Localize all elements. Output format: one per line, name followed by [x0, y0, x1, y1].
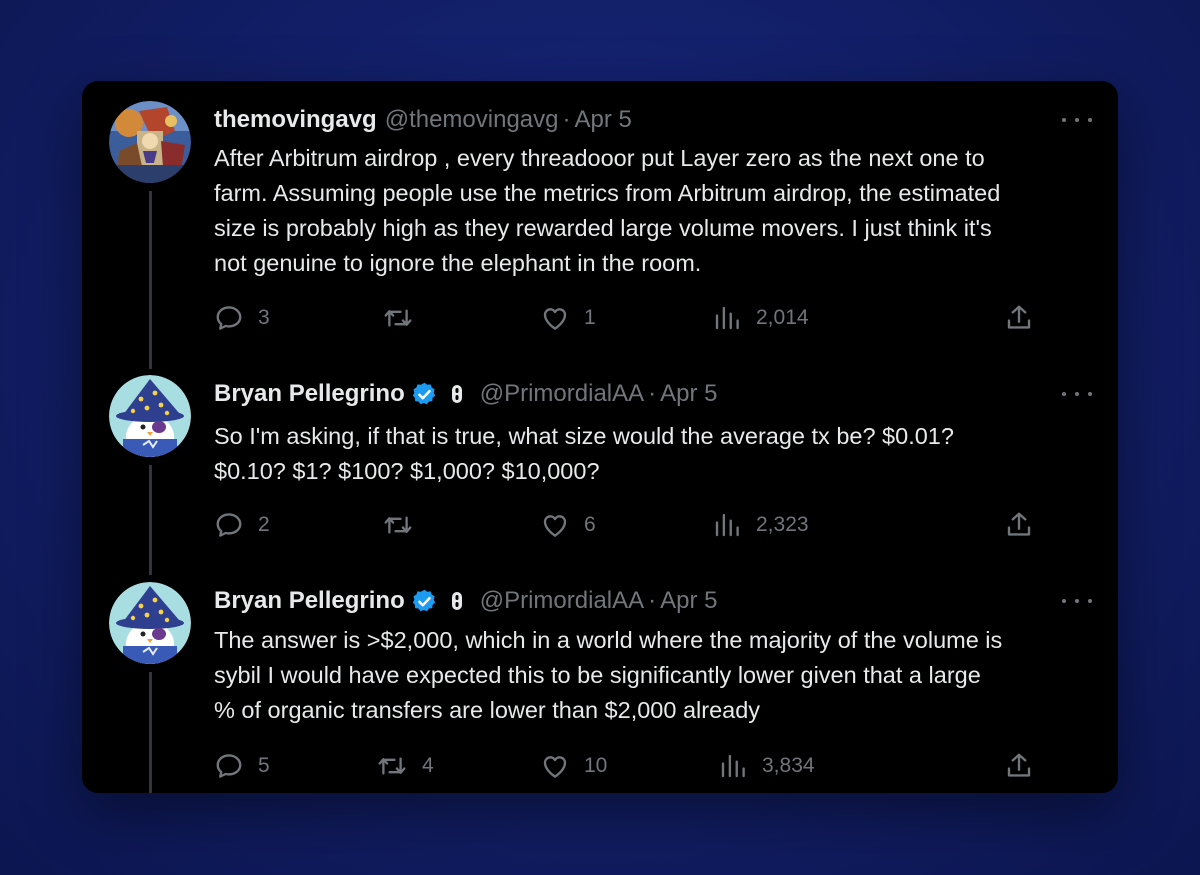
retweet-count: 4: [422, 754, 434, 777]
share-icon: [1007, 753, 1031, 777]
user-handle[interactable]: @PrimordialAA: [480, 380, 644, 408]
more-icon[interactable]: [1062, 385, 1092, 403]
affiliation-badge-icon[interactable]: [448, 383, 466, 405]
reply-icon: [216, 306, 242, 330]
thread-card: themovingavg @themovingavg · Apr 5 After…: [82, 81, 1118, 793]
display-name[interactable]: Bryan Pellegrino: [214, 587, 405, 615]
tweet-text: After Arbitrum airdrop , every threadooo…: [214, 141, 1104, 281]
separator-dot: ·: [648, 380, 657, 407]
wizard-penguin-avatar-icon: [109, 582, 191, 664]
tweet-2[interactable]: Bryan Pellegrino @PrimordialAA · Apr 5 S…: [82, 355, 1118, 575]
more-icon[interactable]: [1062, 111, 1092, 129]
heart-icon: [543, 308, 567, 330]
reply-count: 2: [258, 513, 270, 536]
reply-count: 3: [258, 306, 270, 329]
retweet-icon: [378, 757, 406, 775]
tweet-header: themovingavg @themovingavg · Apr 5: [214, 105, 632, 135]
share-icon: [1007, 305, 1031, 329]
avatar-themovingavg[interactable]: [109, 101, 191, 183]
reply-icon: [216, 513, 242, 537]
share-icon: [1007, 512, 1031, 536]
like-count: 1: [584, 306, 596, 329]
user-handle[interactable]: @PrimordialAA: [480, 587, 644, 615]
heart-icon: [543, 515, 567, 537]
affiliation-badge-icon[interactable]: [448, 590, 466, 612]
separator-dot: ·: [562, 106, 571, 133]
thread-connector-line: [149, 191, 152, 369]
retweet-button[interactable]: 4: [376, 749, 434, 783]
tweet-date[interactable]: Apr 5: [660, 380, 717, 408]
thread-connector-line: [149, 672, 152, 793]
like-button[interactable]: 6: [540, 508, 596, 542]
share-button[interactable]: [1004, 508, 1034, 542]
tweet-text: The answer is >$2,000, which in a world …: [214, 623, 1104, 728]
avatar-bryan-pellegrino[interactable]: [109, 375, 191, 457]
tweet-text-line: $0.10? $1? $100? $1,000? $10,000?: [214, 458, 600, 484]
tweet-3[interactable]: Bryan Pellegrino @PrimordialAA · Apr 5 T…: [82, 562, 1118, 793]
display-name[interactable]: themovingavg: [214, 106, 377, 134]
views-button[interactable]: 2,323: [712, 508, 809, 542]
tweet-date[interactable]: Apr 5: [660, 587, 717, 615]
wizard-penguin-avatar-icon: [109, 375, 191, 457]
reply-count: 5: [258, 754, 270, 777]
more-icon[interactable]: [1062, 592, 1092, 610]
retweet-icon: [384, 309, 412, 327]
tweet-header: Bryan Pellegrino @PrimordialAA · Apr 5: [214, 379, 718, 409]
views-icon: [715, 513, 739, 537]
tweet-text: So I'm asking, if that is true, what siz…: [214, 419, 1104, 489]
verified-badge-icon[interactable]: [411, 381, 438, 408]
tweet-text-line: After Arbitrum airdrop , every threadooo…: [214, 145, 985, 171]
tweet-text-line: not genuine to ignore the elephant in th…: [214, 250, 702, 276]
user-handle[interactable]: @themovingavg: [385, 106, 559, 134]
share-button[interactable]: [1004, 749, 1034, 783]
like-count: 6: [584, 513, 596, 536]
tweet-1[interactable]: themovingavg @themovingavg · Apr 5 After…: [82, 81, 1118, 369]
views-button[interactable]: 2,014: [712, 301, 809, 335]
tweet-text-line: size is probably high as they rewarded l…: [214, 215, 992, 241]
view-count: 2,014: [756, 306, 809, 329]
tweet-text-line: farm. Assuming people use the metrics fr…: [214, 180, 1001, 206]
collage-avatar-icon: [109, 101, 191, 183]
view-count: 2,323: [756, 513, 809, 536]
tweet-date[interactable]: Apr 5: [575, 106, 632, 134]
tweet-text-line: % of organic transfers are lower than $2…: [214, 697, 761, 723]
reply-icon: [216, 754, 242, 778]
views-icon: [715, 306, 739, 330]
retweet-button[interactable]: [382, 301, 428, 335]
like-button[interactable]: 1: [540, 301, 596, 335]
like-button[interactable]: 10: [540, 749, 607, 783]
tweet-text-line: So I'm asking, if that is true, what siz…: [214, 423, 954, 449]
view-count: 3,834: [762, 754, 815, 777]
retweet-button[interactable]: [382, 508, 428, 542]
tweet-header: Bryan Pellegrino @PrimordialAA · Apr 5: [214, 586, 718, 616]
tweet-text-line: The answer is >$2,000, which in a world …: [214, 627, 1003, 653]
tweet-text-line: sybil I would have expected this to be s…: [214, 662, 981, 688]
reply-button[interactable]: 3: [214, 301, 270, 335]
reply-button[interactable]: 2: [214, 508, 270, 542]
display-name[interactable]: Bryan Pellegrino: [214, 380, 405, 408]
share-button[interactable]: [1004, 301, 1034, 335]
heart-icon: [543, 756, 567, 778]
avatar-bryan-pellegrino[interactable]: [109, 582, 191, 664]
separator-dot: ·: [648, 587, 657, 614]
reply-button[interactable]: 5: [214, 749, 270, 783]
views-icon: [721, 754, 745, 778]
thread-connector-line: [149, 465, 152, 575]
views-button[interactable]: 3,834: [718, 749, 815, 783]
verified-badge-icon[interactable]: [411, 588, 438, 615]
like-count: 10: [584, 754, 608, 777]
retweet-icon: [384, 516, 412, 534]
